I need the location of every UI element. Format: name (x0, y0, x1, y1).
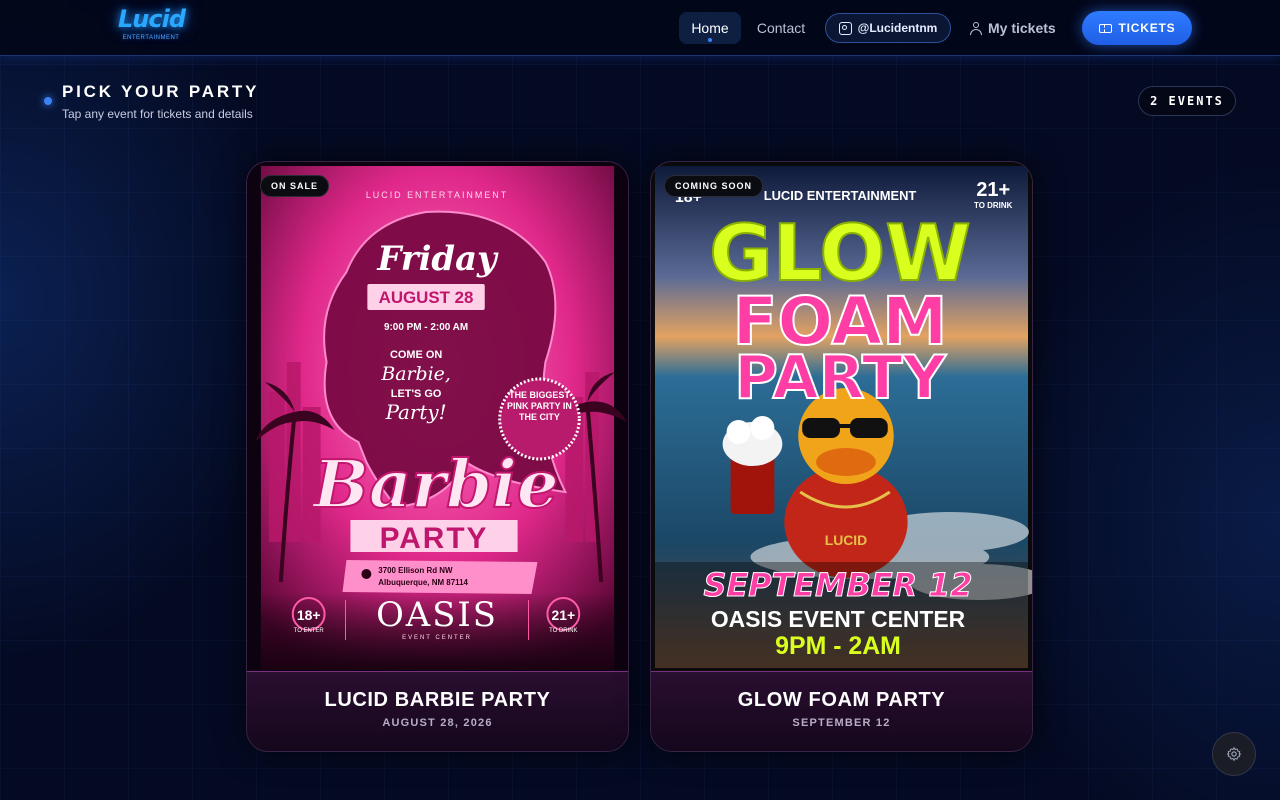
poster-age-right-label: TO DRINK (974, 201, 1013, 210)
event-card-glow-foam[interactable]: LUCID 18+ LUCID ENTERTAINMENT 21+ TO DRI… (650, 161, 1033, 752)
event-date: AUGUST 28, 2026 (382, 717, 493, 729)
poster-age-enter-label: TO ENTER (294, 628, 325, 634)
instagram-icon (838, 21, 852, 35)
event-card-barbie[interactable]: LUCID ENTERTAINMENT Friday AUGUST 28 9:0… (246, 161, 629, 752)
poster-subheadline: PARTY (380, 522, 489, 555)
status-badge: COMING SOON (664, 175, 764, 197)
event-title: LUCID BARBIE PARTY (324, 689, 551, 711)
poster-tagline-3: LET'S GO (391, 388, 442, 400)
nav-contact-link[interactable]: Contact (750, 12, 812, 44)
tickets-button[interactable]: TICKETS (1082, 11, 1192, 45)
glow-foam-party-poster: LUCID 18+ LUCID ENTERTAINMENT 21+ TO DRI… (651, 162, 1032, 673)
poster-brand: LUCID ENTERTAINMENT (764, 188, 917, 203)
poster-age-drink-label: TO DRINK (549, 628, 577, 634)
nav-contact-label: Contact (756, 20, 806, 36)
poster-time: 9PM - 2AM (775, 632, 901, 660)
tickets-button-label: TICKETS (1118, 21, 1176, 35)
poster-headline: Barbie (311, 445, 558, 523)
brand-logo[interactable]: Lucid ENTERTAINMENT (118, 4, 186, 52)
settings-button[interactable] (1212, 732, 1256, 776)
barbie-party-poster: LUCID ENTERTAINMENT Friday AUGUST 28 9:0… (247, 162, 628, 673)
card-footer: GLOW FOAM PARTY SEPTEMBER 12 (651, 671, 1032, 751)
poster-seal-text: THE BIGGEST PINK PARTY IN THE CITY (507, 390, 572, 422)
poster-brand: LUCID ENTERTAINMENT (366, 190, 508, 200)
my-tickets-label: My tickets (988, 20, 1056, 36)
nav-home-link[interactable]: Home (679, 12, 741, 44)
poster-tagline-2: Barbie, (380, 363, 450, 385)
section-title: PICK YOUR PARTY (62, 82, 260, 101)
poster-tagline-4: Party! (385, 400, 447, 424)
poster-line-3: PARTY (734, 343, 946, 413)
section-subtitle: Tap any event for tickets and details (62, 107, 253, 121)
poster-venue: OASIS EVENT CENTER (711, 606, 966, 632)
poster-venue-sub: EVENT CENTER (402, 635, 472, 641)
poster-date: AUGUST 28 (379, 288, 474, 307)
poster-date: SEPTEMBER 12 (704, 566, 973, 604)
poster-day: Friday (376, 238, 499, 278)
section-indicator-dot (44, 97, 52, 105)
poster-venue: OASIS (376, 595, 498, 634)
poster-address-1: 3700 Ellison Rd NW (378, 566, 453, 575)
event-title: GLOW FOAM PARTY (737, 689, 946, 711)
status-badge: ON SALE (260, 175, 330, 197)
logo-subtext: ENTERTAINMENT (122, 35, 180, 41)
poster-time: 9:00 PM - 2:00 AM (384, 322, 468, 333)
poster-shirt-text: LUCID (825, 532, 868, 548)
active-indicator-dot (708, 38, 712, 42)
instagram-handle: @Lucidentnm (857, 21, 938, 35)
poster-tagline-1: COME ON (390, 349, 442, 361)
nav-home-label: Home (691, 20, 729, 36)
logo-wordmark: Lucid (118, 5, 186, 33)
poster-age-enter: 18+ (297, 607, 321, 623)
instagram-button[interactable]: @Lucidentnm (825, 13, 951, 43)
poster-age-right: 21+ (976, 179, 1010, 201)
gear-icon (1226, 747, 1242, 761)
user-icon (970, 21, 982, 35)
card-footer: LUCID BARBIE PARTY AUGUST 28, 2026 (247, 671, 628, 751)
events-count-badge: 2 EVENTS (1138, 86, 1236, 116)
poster-age-drink: 21+ (552, 607, 576, 623)
my-tickets-link[interactable]: My tickets (970, 12, 1062, 44)
poster-address-2: Albuquerque, NM 87114 (378, 578, 468, 587)
event-date: SEPTEMBER 12 (792, 717, 891, 729)
top-navbar: Lucid ENTERTAINMENT Home Contact @Lucide… (0, 0, 1280, 56)
ticket-icon (1098, 23, 1112, 33)
